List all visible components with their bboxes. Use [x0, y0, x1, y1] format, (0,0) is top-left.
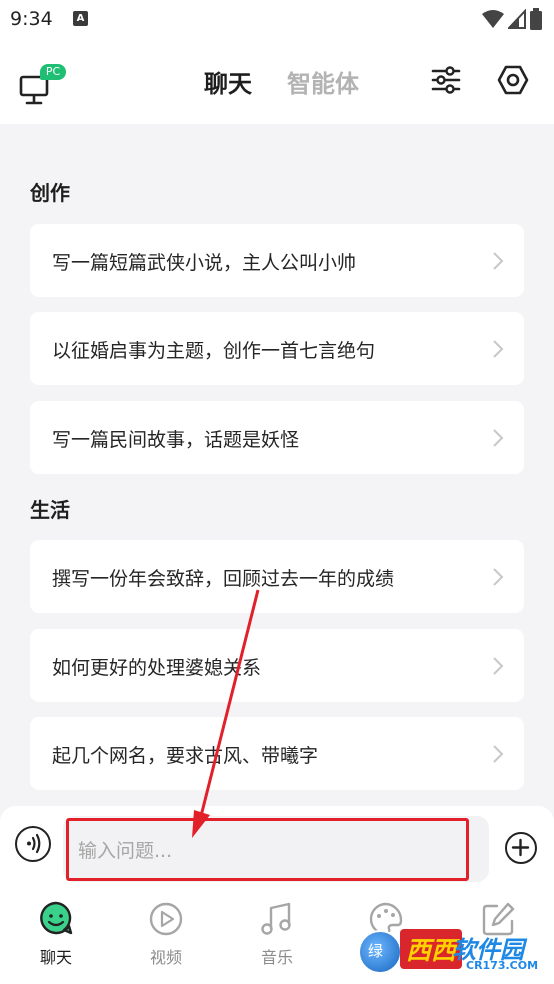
status-time: 9:34: [10, 8, 53, 30]
prompt-text: 撰写一份年会致辞，回顾过去一年的成绩: [52, 568, 395, 590]
pc-badge: PC: [40, 64, 66, 80]
voice-wave-icon: [27, 833, 41, 854]
watermark-small-text: 绿: [368, 942, 384, 960]
music-note-icon: [261, 902, 291, 935]
tab-agent[interactable]: 智能体: [287, 64, 359, 99]
chevron-right-icon: [493, 568, 504, 586]
prompt-text: 写一篇民间故事，话题是妖怪: [52, 429, 300, 451]
signal-icon: [508, 9, 526, 29]
gear-icon: [497, 65, 529, 95]
nav-item-chat[interactable]: 聊天: [20, 900, 92, 970]
play-circle-icon: [149, 902, 183, 936]
smile-chat-icon: [40, 901, 73, 935]
nav-label: 视频: [149, 948, 182, 967]
highlight-box: [66, 818, 469, 881]
chevron-right-icon: [493, 745, 504, 763]
watermark-logo: 绿 西西 软件园 CR173.COM: [358, 926, 538, 976]
voice-input-button[interactable]: [15, 826, 51, 862]
chevron-right-icon: [493, 657, 504, 675]
filter-button[interactable]: [430, 64, 462, 96]
sliders-icon: [431, 66, 461, 94]
chevron-right-icon: [493, 429, 504, 447]
notification-icon: A: [73, 11, 88, 26]
prompt-card[interactable]: 写一篇短篇武侠小说，主人公叫小帅: [30, 224, 524, 297]
section-title-life: 生活: [30, 498, 70, 522]
nav-item-video[interactable]: 视频: [130, 900, 202, 970]
wifi-icon: [482, 10, 504, 28]
tab-chat[interactable]: 聊天: [204, 64, 252, 99]
status-icons: [482, 8, 542, 30]
app-header: PC 聊天 智能体: [0, 40, 554, 124]
nav-label: 聊天: [39, 948, 72, 967]
chevron-right-icon: [493, 252, 504, 270]
prompt-text: 如何更好的处理婆媳关系: [52, 657, 262, 679]
prompt-text: 写一篇短篇武侠小说，主人公叫小帅: [52, 252, 357, 274]
settings-button[interactable]: [497, 63, 529, 97]
add-button[interactable]: [505, 832, 537, 864]
battery-icon: [530, 8, 542, 30]
nav-item-music[interactable]: 音乐: [241, 900, 313, 970]
prompt-card[interactable]: 如何更好的处理婆媳关系: [30, 629, 524, 702]
section-title-creation: 创作: [30, 181, 70, 205]
nav-label: 音乐: [260, 948, 293, 967]
prompt-card[interactable]: 以征婚启事为主题，创作一首七言绝句: [30, 312, 524, 385]
prompt-card[interactable]: 写一篇民间故事，话题是妖怪: [30, 401, 524, 474]
status-bar: 9:34 A: [0, 0, 554, 40]
chevron-right-icon: [493, 340, 504, 358]
prompt-text: 以征婚启事为主题，创作一首七言绝句: [52, 340, 376, 362]
watermark-domain: CR173.COM: [466, 959, 539, 972]
prompt-text: 起几个网名，要求古风、带曦字: [52, 745, 319, 767]
device-button[interactable]: PC: [18, 64, 68, 108]
plus-icon: [511, 838, 530, 857]
prompt-card[interactable]: 撰写一份年会致辞，回顾过去一年的成绩: [30, 540, 524, 613]
prompt-card[interactable]: 起几个网名，要求古风、带曦字: [30, 717, 524, 790]
